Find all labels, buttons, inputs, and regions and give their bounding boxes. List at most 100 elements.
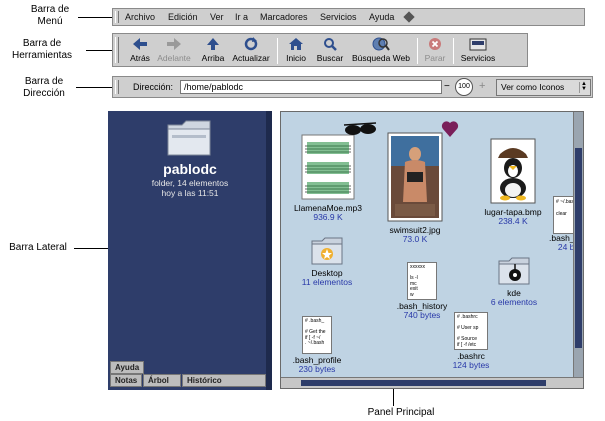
heart-emblem-icon [441, 121, 459, 137]
folder-info-date: hoy a las 11:51 [161, 188, 219, 198]
folder-name: pablodc [163, 161, 217, 177]
services-icon [469, 38, 487, 51]
toolbar-separator [453, 38, 454, 64]
toolbar-separator [277, 38, 278, 64]
refresh-label: Actualizar [232, 53, 270, 63]
file-size: 936.9 K [313, 212, 343, 222]
text-file-icon: # .bashrc # User sp # Source if [ -f /et… [454, 312, 488, 350]
callout-line [76, 87, 112, 88]
address-input[interactable]: /home/pablodc [180, 80, 442, 94]
home-folder-icon [167, 120, 211, 156]
callout-line [78, 17, 112, 18]
tab-arbol[interactable]: Árbol [143, 374, 181, 387]
callout-sidebar: Barra Lateral [9, 242, 67, 253]
kde-folder-icon [498, 257, 530, 285]
menu-ver[interactable]: Ver [210, 12, 224, 22]
file-item[interactable]: # .bashrc # User sp # Source if [ -f /et… [433, 312, 509, 370]
search-label: Buscar [316, 53, 344, 63]
home-button[interactable]: Inicio [283, 37, 309, 63]
sunglasses-emblem-icon [343, 122, 377, 135]
forward-button[interactable]: Adelante [156, 37, 192, 63]
toolbar-separator [417, 38, 418, 64]
back-arrow-icon [133, 38, 147, 50]
folder-count: 6 elementos [490, 297, 538, 307]
stop-label: Parar [424, 53, 446, 63]
chevron-updown-icon: ▲ ▼ [579, 81, 588, 93]
tab-ayuda[interactable]: Ayuda [110, 361, 144, 374]
vertical-scrollbar[interactable] [573, 112, 583, 378]
web-search-icon [372, 37, 390, 51]
home-icon [289, 38, 303, 50]
text-file-icon: # .bash_ # Get the if [ -f ~/ . ~/.bash [302, 316, 332, 354]
up-button[interactable]: Arriba [199, 37, 227, 63]
up-label: Arriba [201, 53, 225, 63]
zoom-level[interactable]: 100 [455, 78, 473, 96]
view-as-value: Ver como Iconos [501, 82, 565, 92]
toolbar: Atrás Adelante Arriba Actualizar Inicio … [112, 33, 528, 67]
file-size: 73.0 K [402, 234, 428, 244]
file-size: 238.4 K [498, 216, 528, 226]
folder-item[interactable]: kde 6 elementos [477, 256, 551, 307]
toolbar-grip[interactable] [115, 37, 119, 63]
menu-edicion[interactable]: Edición [168, 12, 198, 22]
file-size: 230 bytes [298, 364, 336, 374]
file-item[interactable]: # .bash_ # Get the if [ -f ~/ . ~/.bash … [287, 316, 347, 374]
tab-historico[interactable]: Histórico [182, 374, 266, 387]
sidebar: pablodc folder, 14 elementos hoy a las 1… [108, 111, 272, 390]
file-size: 124 bytes [452, 360, 490, 370]
search-icon [324, 38, 337, 51]
back-label: Atrás [130, 53, 150, 63]
text-file-icon: xxxxxx ls -l mc exit w [407, 262, 437, 300]
callout-menu-bar: Barra de Menú [30, 4, 70, 27]
web-search-button[interactable]: Búsqueda Web [349, 37, 413, 63]
forward-label: Adelante [157, 53, 191, 63]
stop-icon [429, 38, 441, 50]
menu-marcadores[interactable]: Marcadores [260, 12, 308, 22]
view-as-select[interactable]: Ver como Iconos ▲ ▼ [496, 79, 591, 96]
zoom-in-icon[interactable]: + [479, 80, 485, 92]
callout-main-panel: Panel Principal [367, 407, 435, 418]
file-item[interactable]: LlamenaMoe.mp3 936.9 K [287, 134, 369, 222]
address-bar-grip[interactable] [115, 80, 119, 94]
address-bar: Dirección: /home/pablodc − 100 + Ver com… [112, 76, 593, 98]
web-search-label: Búsqueda Web [352, 53, 410, 63]
horizontal-scrollbar[interactable] [281, 377, 583, 388]
horizontal-scroll-thumb[interactable] [301, 380, 546, 386]
image-thumbnail [387, 132, 443, 222]
services-button[interactable]: Servicios [458, 37, 498, 63]
menu-servicios[interactable]: Servicios [320, 12, 357, 22]
menu-archivo[interactable]: Archivo [125, 12, 155, 22]
stop-button[interactable]: Parar [422, 37, 448, 63]
callout-address-bar: Barra de Dirección [23, 76, 65, 99]
menu-bar: Archivo Edición Ver Ir a Marcadores Serv… [112, 8, 585, 26]
callout-line [86, 50, 112, 51]
address-label: Dirección: [133, 82, 174, 92]
image-thumbnail [490, 138, 536, 204]
sidebar-resize-handle[interactable] [266, 111, 272, 390]
tab-notas[interactable]: Notas [110, 374, 142, 387]
menu-ir-a[interactable]: Ir a [235, 12, 248, 22]
desktop-folder-icon [311, 237, 343, 265]
search-button[interactable]: Buscar [315, 37, 345, 63]
menu-diamond-icon[interactable] [403, 11, 415, 23]
up-arrow-icon [207, 38, 219, 50]
folder-count: 11 elementos [301, 277, 353, 287]
menu-bar-grip[interactable] [115, 11, 119, 23]
refresh-icon [244, 37, 258, 51]
back-button[interactable]: Atrás [127, 37, 153, 63]
menu-ayuda[interactable]: Ayuda [369, 12, 394, 22]
file-item[interactable]: swimsuit2.jpg 73.0 K [379, 132, 451, 244]
home-label: Inicio [286, 53, 306, 63]
file-item[interactable]: lugar-tapa.bmp 238.4 K [476, 138, 550, 226]
music-file-icon [301, 134, 355, 200]
folder-item[interactable]: Desktop 11 elementos [287, 236, 367, 287]
zoom-out-icon[interactable]: − [444, 81, 450, 92]
vertical-scroll-thumb[interactable] [575, 148, 582, 348]
main-panel: LlamenaMoe.mp3 936.9 K swimsuit2.jpg 73.… [280, 111, 584, 389]
callout-line [74, 248, 108, 249]
refresh-button[interactable]: Actualizar [231, 37, 271, 63]
services-label: Servicios [460, 53, 496, 63]
folder-info: folder, 14 elementos hoy a las 11:51 [108, 178, 272, 198]
forward-arrow-icon [167, 38, 181, 50]
callout-toolbar: Barra de Herramientas [11, 38, 73, 61]
